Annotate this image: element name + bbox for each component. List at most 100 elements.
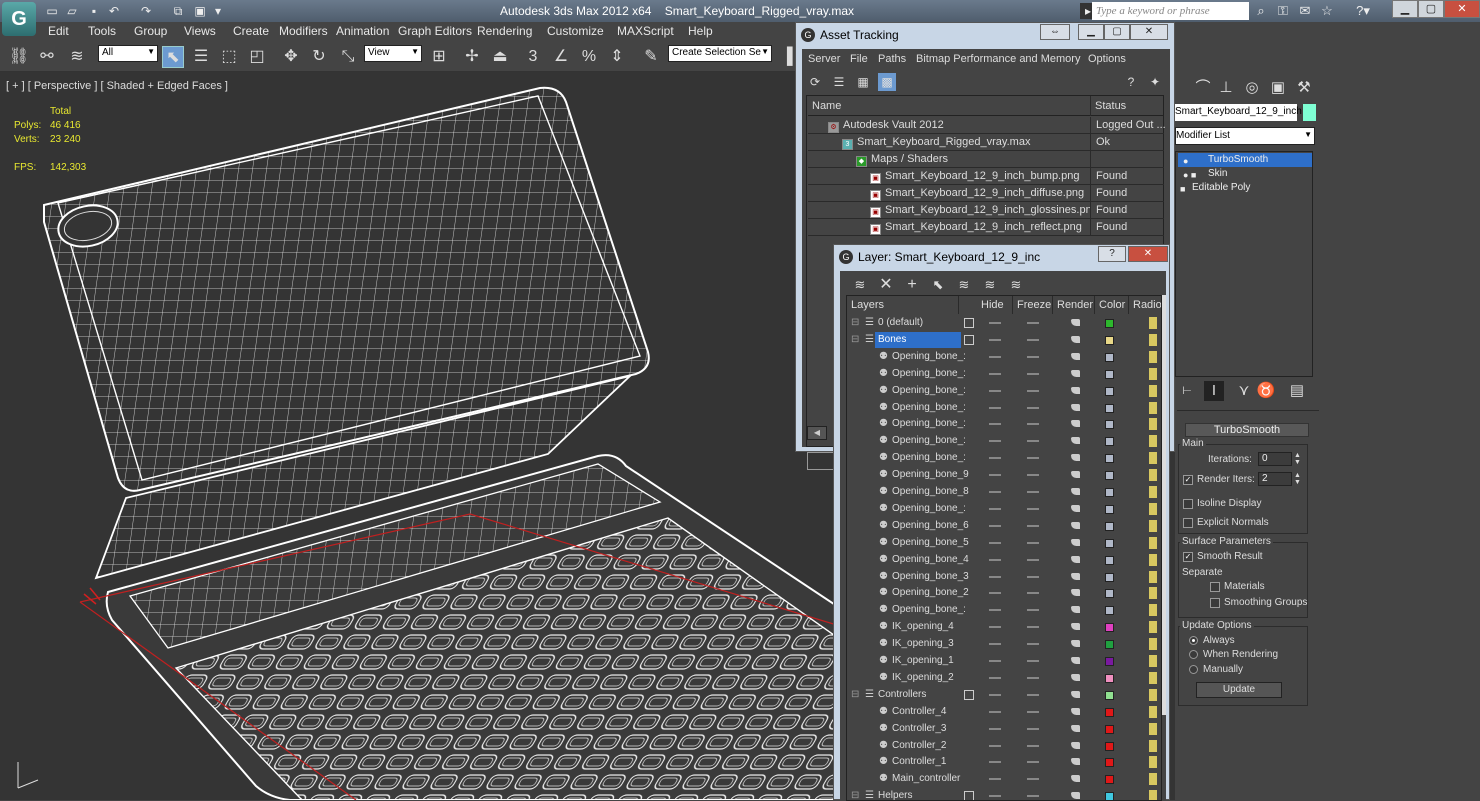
radiosity-icon[interactable] bbox=[1149, 671, 1157, 684]
layer-row[interactable]: ⚉ Opening_bone_: bbox=[847, 433, 1161, 450]
radiosity-icon[interactable] bbox=[1149, 350, 1157, 363]
render-column-header[interactable]: Render bbox=[1053, 296, 1095, 314]
layer-color-swatch[interactable] bbox=[1105, 488, 1114, 497]
radiosity-icon[interactable] bbox=[1149, 773, 1157, 786]
render-teapot-icon[interactable] bbox=[1071, 369, 1080, 377]
menu-views[interactable]: Views bbox=[184, 24, 216, 38]
bulb-icon[interactable]: ● ■ bbox=[1183, 168, 1196, 182]
maximize-window-button[interactable]: ▢ bbox=[1418, 0, 1444, 18]
keyboard-shortcut-override-icon[interactable]: ⏏ bbox=[489, 46, 511, 68]
edit-named-selection-icon[interactable]: ✎ bbox=[640, 46, 662, 68]
freeze-toggle[interactable] bbox=[1027, 423, 1039, 426]
link-icon[interactable]: ⛓ bbox=[8, 46, 30, 68]
hold-icon[interactable]: ⧉ bbox=[170, 3, 186, 19]
stack-item-turbosmooth[interactable]: ● TurboSmooth bbox=[1178, 153, 1312, 167]
freeze-toggle[interactable] bbox=[1027, 355, 1039, 358]
layer-color-swatch[interactable] bbox=[1105, 741, 1114, 751]
menu-bitmap-performance[interactable]: Bitmap Performance and Memory bbox=[916, 53, 1080, 65]
freeze-toggle[interactable] bbox=[1027, 491, 1039, 493]
render-teapot-icon[interactable] bbox=[1071, 673, 1080, 681]
freeze-toggle[interactable] bbox=[1027, 626, 1039, 629]
iterations-spinner-arrows[interactable]: ▲ ▼ bbox=[1294, 452, 1303, 466]
freeze-toggle[interactable] bbox=[1027, 660, 1039, 662]
layer-color-swatch[interactable] bbox=[1105, 403, 1114, 413]
layer-row[interactable]: ⚉ Opening_bone_4 bbox=[847, 552, 1161, 569]
freeze-toggle[interactable] bbox=[1027, 524, 1039, 527]
layer-row[interactable]: ⚉ IK_opening_3 bbox=[847, 636, 1161, 653]
hide-toggle[interactable] bbox=[989, 524, 1001, 527]
materials-checkbox[interactable] bbox=[1210, 582, 1220, 592]
freeze-toggle[interactable] bbox=[1027, 643, 1039, 646]
layer-name[interactable]: Opening_bone_6 bbox=[889, 518, 969, 534]
search-input[interactable]: Type a keyword or phrase bbox=[1092, 2, 1249, 20]
layer-color-swatch[interactable] bbox=[1105, 335, 1114, 345]
layer-name[interactable]: Controller_4 bbox=[889, 704, 961, 720]
hide-toggle[interactable] bbox=[989, 626, 1001, 629]
table-view-icon[interactable]: ▦ bbox=[854, 73, 872, 91]
radiosity-icon[interactable] bbox=[1149, 384, 1157, 397]
asset-row[interactable]: 3 Smart_Keyboard_Rigged_vray.max Ok bbox=[808, 134, 1164, 151]
menu-file[interactable]: File bbox=[850, 53, 868, 65]
show-end-result-icon[interactable]: I bbox=[1204, 381, 1224, 401]
layer-close-button[interactable]: ✕ bbox=[1128, 246, 1168, 262]
layer-color-swatch[interactable] bbox=[1105, 437, 1114, 447]
hide-toggle[interactable] bbox=[989, 693, 1001, 696]
layer-row[interactable]: ⚉ Opening_bone_: bbox=[847, 400, 1161, 417]
project-folder-icon[interactable]: ▣ bbox=[192, 3, 208, 19]
layer-name[interactable]: IK_opening_1 bbox=[889, 653, 961, 669]
hide-toggle[interactable] bbox=[989, 744, 1001, 747]
freeze-column-header[interactable]: Freeze bbox=[1013, 296, 1053, 314]
layer-name[interactable]: Opening_bone_2 bbox=[889, 585, 969, 601]
render-teapot-icon[interactable] bbox=[1071, 335, 1080, 343]
layer-color-swatch[interactable] bbox=[1105, 673, 1114, 683]
motion-tab-icon[interactable]: ◎ bbox=[1242, 78, 1262, 98]
layer-name[interactable]: IK_opening_2 bbox=[889, 670, 961, 686]
freeze-toggle[interactable] bbox=[1027, 457, 1039, 460]
radiosity-icon[interactable] bbox=[1149, 587, 1157, 600]
render-teapot-icon[interactable] bbox=[1071, 775, 1080, 783]
layer-color-swatch[interactable] bbox=[1105, 724, 1114, 734]
radiosity-icon[interactable] bbox=[1149, 486, 1157, 498]
layer-row[interactable]: ⚉ Opening_bone_5 bbox=[847, 535, 1161, 552]
layer-name[interactable]: Opening_bone_: bbox=[889, 400, 966, 416]
layer-name[interactable]: Opening_bone_8 bbox=[889, 484, 969, 500]
current-layer-checkbox[interactable] bbox=[964, 318, 974, 328]
menu-maxscript[interactable]: MAXScript bbox=[617, 24, 674, 38]
layer-color-swatch[interactable] bbox=[1105, 319, 1114, 328]
render-iters-spinner-arrows[interactable]: ▲ ▼ bbox=[1294, 472, 1303, 486]
layer-row[interactable]: ⚉ Opening_bone_2 bbox=[847, 585, 1161, 602]
explicit-normals-checkbox[interactable] bbox=[1183, 518, 1193, 528]
layer-row[interactable]: ⚉ IK_opening_2 bbox=[847, 670, 1161, 687]
layer-row[interactable]: ⚉ Opening_bone_3 bbox=[847, 569, 1161, 586]
layer-row[interactable]: ⚉ Opening_bone_: bbox=[847, 383, 1161, 400]
menu-animation[interactable]: Animation bbox=[336, 24, 389, 38]
radiosity-column-header[interactable]: Radio bbox=[1129, 296, 1161, 314]
open-file-icon[interactable]: ▱ bbox=[64, 3, 80, 19]
layer-color-swatch[interactable] bbox=[1105, 454, 1114, 464]
render-teapot-icon[interactable] bbox=[1071, 319, 1080, 326]
hide-toggle[interactable] bbox=[989, 592, 1001, 595]
layer-color-swatch[interactable] bbox=[1105, 572, 1114, 582]
percent-snap-icon[interactable]: % bbox=[578, 46, 600, 68]
current-layer-checkbox[interactable] bbox=[964, 334, 974, 345]
layer-color-swatch[interactable] bbox=[1105, 640, 1114, 650]
asset-row[interactable]: ▣ Smart_Keyboard_12_9_inch_diffuse.png Fou… bbox=[808, 185, 1164, 202]
app-menu-button[interactable]: G bbox=[2, 2, 36, 36]
menu-paths[interactable]: Paths bbox=[878, 53, 906, 65]
move-icon[interactable]: ✥ bbox=[280, 46, 302, 68]
radiosity-icon[interactable] bbox=[1149, 452, 1157, 465]
menu-options[interactable]: Options bbox=[1088, 53, 1126, 65]
hide-toggle[interactable] bbox=[989, 541, 1001, 544]
pin-stack-icon[interactable]: ⊢ bbox=[1177, 381, 1197, 401]
turbosmooth-rollout-header[interactable]: TurboSmooth bbox=[1185, 423, 1309, 437]
layer-name[interactable]: Opening_bone_: bbox=[889, 366, 966, 382]
freeze-toggle[interactable] bbox=[1027, 795, 1039, 798]
asset-row[interactable]: ⚙ Autodesk Vault 2012 Logged Out ... bbox=[808, 117, 1166, 134]
render-iters-checkbox[interactable]: ✓ bbox=[1183, 475, 1193, 485]
render-teapot-icon[interactable] bbox=[1071, 690, 1080, 698]
spinner-snap-icon[interactable]: ⇕ bbox=[606, 46, 628, 68]
freeze-toggle[interactable] bbox=[1027, 575, 1039, 578]
radiosity-icon[interactable] bbox=[1149, 756, 1157, 769]
window-crossing-icon[interactable]: ◰ bbox=[246, 46, 268, 68]
layer-help-button[interactable]: ? bbox=[1098, 246, 1126, 262]
